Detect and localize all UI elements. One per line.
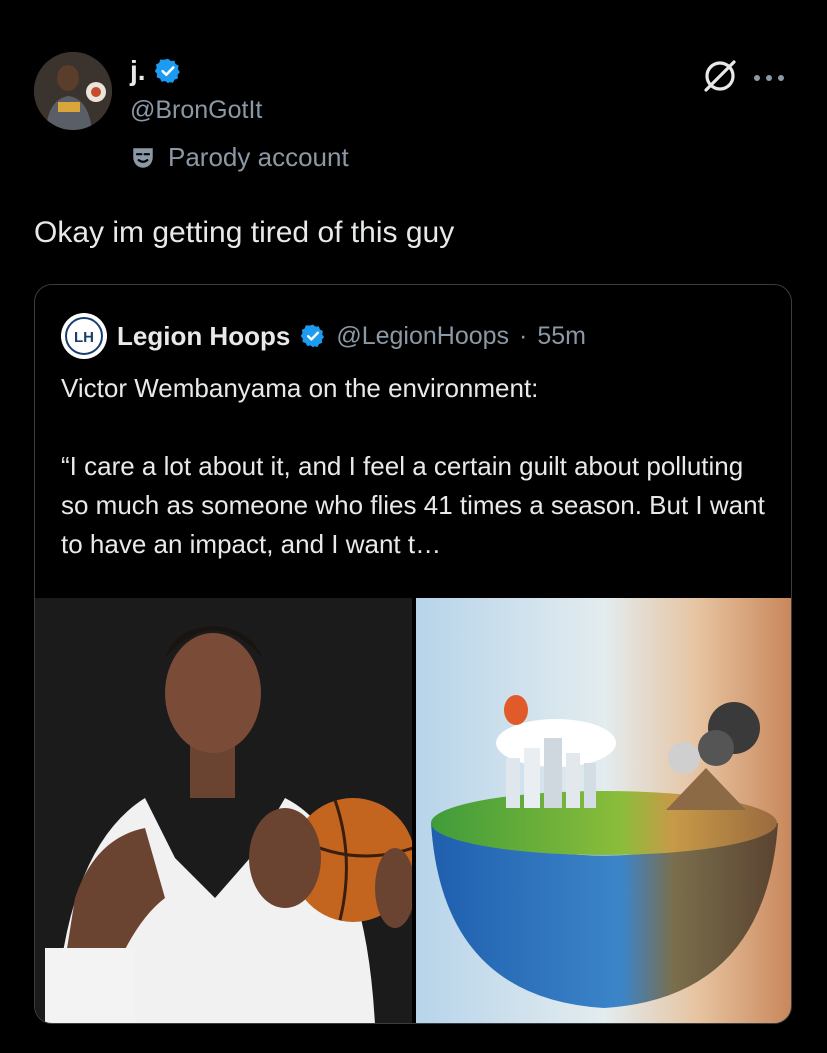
more-icon[interactable] (752, 58, 786, 90)
basketball-player-photo[interactable] (35, 598, 412, 1023)
verified-badge-icon (301, 324, 325, 348)
author-avatar[interactable] (34, 52, 112, 130)
earth-environment-illustration[interactable] (416, 598, 791, 1023)
parody-label-text: Parody account (168, 142, 349, 172)
quoted-timestamp[interactable]: 55m (537, 322, 586, 351)
parody-label: Parody account (130, 142, 349, 173)
verified-badge-icon (154, 58, 180, 84)
grok-icon[interactable] (700, 56, 740, 96)
quoted-text: Victor Wembanyama on the environment: “I… (61, 373, 765, 559)
tweet-text: Okay im getting tired of this guy (34, 216, 455, 249)
quoted-separator: · (519, 321, 528, 350)
author-handle[interactable]: @BronGotIt (130, 96, 262, 125)
quoted-media[interactable] (35, 598, 791, 1023)
legion-hoops-logo[interactable]: LH (61, 313, 107, 359)
quoted-header: LH Legion Hoops @LegionHoops · 55m (61, 313, 586, 359)
quoted-tweet-card[interactable]: LH Legion Hoops @LegionHoops · 55m Victo… (34, 284, 792, 1024)
quoted-author-handle[interactable]: @LegionHoops (336, 322, 509, 351)
mask-icon (133, 147, 153, 168)
author-name[interactable]: j. (130, 55, 146, 87)
quoted-author-name[interactable]: Legion Hoops (117, 321, 290, 352)
logo-text: LH (74, 329, 94, 346)
author-name-row: j. (130, 55, 182, 87)
